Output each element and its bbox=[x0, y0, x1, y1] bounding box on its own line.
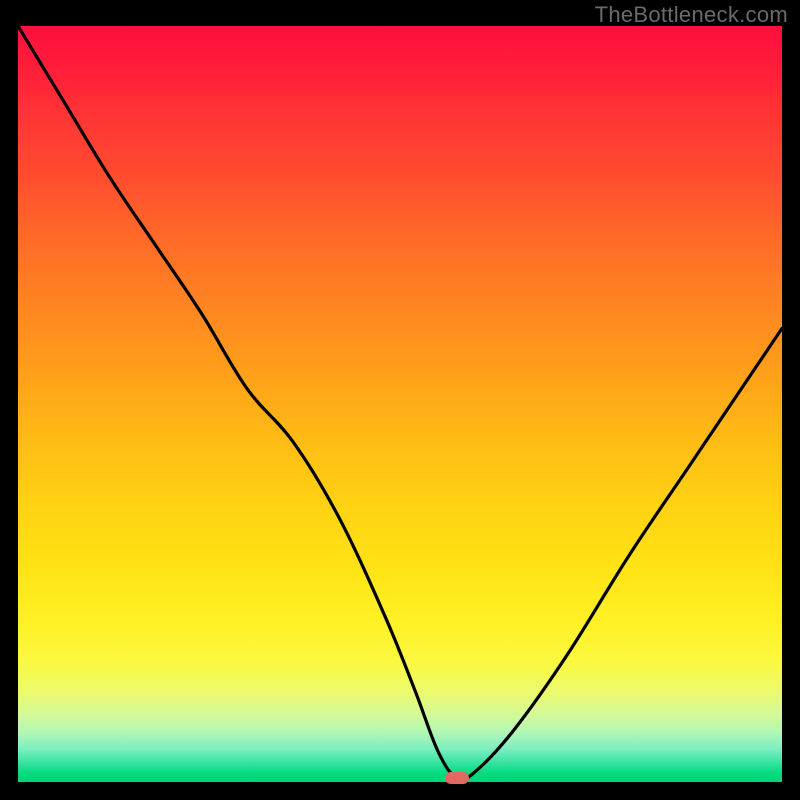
bottleneck-curve bbox=[18, 26, 782, 782]
chart-frame: TheBottleneck.com bbox=[0, 0, 800, 800]
plot-area bbox=[18, 26, 782, 782]
optimal-marker bbox=[445, 772, 469, 784]
watermark-label: TheBottleneck.com bbox=[595, 2, 788, 28]
